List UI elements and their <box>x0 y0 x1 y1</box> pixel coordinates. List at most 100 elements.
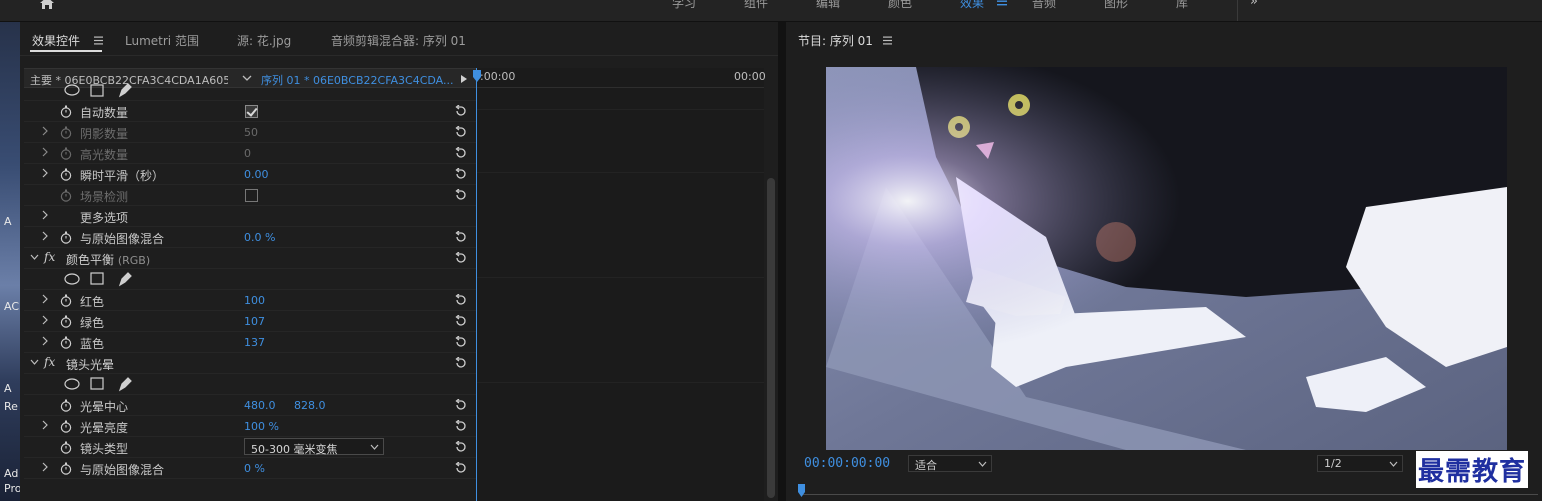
monitor-playhead-icon[interactable] <box>798 484 805 497</box>
playback-resolution-select[interactable]: 1/2 <box>1317 455 1403 472</box>
flare-brightness-value[interactable]: 100 % <box>244 420 279 433</box>
reset-icon[interactable] <box>454 420 467 432</box>
pen-mask-icon <box>118 377 132 392</box>
reset-icon[interactable] <box>454 105 467 117</box>
mask-tools[interactable] <box>64 376 136 392</box>
reset-icon[interactable] <box>454 357 467 369</box>
chevron-right-icon[interactable] <box>41 462 49 472</box>
chevron-down-icon <box>978 461 987 467</box>
panel-menu-icon[interactable] <box>94 36 103 45</box>
stopwatch-icon[interactable] <box>60 168 72 181</box>
stopwatch-icon[interactable] <box>60 231 72 244</box>
red-value[interactable]: 100 <box>244 294 265 307</box>
reset-icon[interactable] <box>454 147 467 159</box>
monitor-time-ruler[interactable] <box>800 494 1538 495</box>
effect-row-color-balance[interactable]: fx 颜色平衡 (RGB) <box>24 248 476 269</box>
flare-center-y-value[interactable]: 828.0 <box>294 399 326 412</box>
reset-icon[interactable] <box>454 441 467 453</box>
effect-row-lens-flare[interactable]: fx 镜头光晕 <box>24 353 476 374</box>
stopwatch-icon[interactable] <box>60 147 72 160</box>
chevron-down-icon[interactable] <box>30 358 39 366</box>
workspace-tab-effects[interactable]: 效果 <box>960 0 984 11</box>
panel-menu-icon[interactable] <box>883 36 892 45</box>
tab-audio-clip-mixer[interactable]: 音频剪辑混合器: 序列 01 <box>331 32 466 49</box>
chevron-right-icon[interactable] <box>41 126 49 136</box>
stopwatch-icon[interactable] <box>60 420 72 433</box>
scene-detect-checkbox[interactable] <box>245 189 258 202</box>
reset-icon[interactable] <box>454 315 467 327</box>
ellipse-mask-icon <box>64 378 80 390</box>
fx-badge[interactable]: fx <box>44 250 55 264</box>
fx-badge[interactable]: fx <box>44 355 55 369</box>
reset-icon[interactable] <box>454 399 467 411</box>
mask-tools[interactable] <box>64 271 136 287</box>
workspace-overflow-button[interactable]: » <box>1250 0 1258 9</box>
blend-original-value[interactable]: 0.0 % <box>244 231 275 244</box>
workspace-tab-graphics[interactable]: 图形 <box>1104 0 1128 11</box>
property-label: 光晕中心 <box>80 400 129 414</box>
reset-icon[interactable] <box>454 336 467 348</box>
stopwatch-icon[interactable] <box>60 441 72 454</box>
tab-effect-controls[interactable]: 效果控件 <box>32 32 80 49</box>
stopwatch-icon[interactable] <box>60 399 72 412</box>
chevron-down-icon[interactable] <box>30 253 39 261</box>
time-ruler[interactable]: :00:00 00:00 <box>476 68 766 88</box>
stopwatch-icon[interactable] <box>60 105 72 118</box>
chevron-right-icon[interactable] <box>41 147 49 157</box>
chevron-right-icon[interactable] <box>41 168 49 178</box>
chevron-right-icon[interactable] <box>41 231 49 241</box>
vertical-scrollbar[interactable] <box>764 88 778 501</box>
highlight-amount-value[interactable]: 0 <box>244 147 251 160</box>
reset-icon[interactable] <box>454 126 467 138</box>
playhead-handle-icon[interactable] <box>473 70 481 82</box>
property-label: 与原始图像混合 <box>80 463 165 477</box>
zoom-fit-select[interactable]: 适合 <box>908 455 992 472</box>
effect-controls-timeline[interactable]: :00:00 00:00 <box>473 68 766 501</box>
playhead[interactable] <box>473 68 481 501</box>
panel-divider[interactable] <box>778 22 786 501</box>
stopwatch-icon[interactable] <box>60 189 72 202</box>
home-icon[interactable] <box>38 0 56 10</box>
reset-icon[interactable] <box>454 231 467 243</box>
blend-original-value[interactable]: 0 % <box>244 462 265 475</box>
workspace-tab-editing[interactable]: 编辑 <box>816 0 840 11</box>
temporal-smoothing-value[interactable]: 0.00 <box>244 168 269 181</box>
auto-amount-checkbox[interactable] <box>245 105 258 118</box>
reset-icon[interactable] <box>454 252 467 264</box>
workspace-menu-icon[interactable] <box>997 0 1007 6</box>
lens-type-select[interactable]: 50-300 毫米变焦 <box>244 438 384 456</box>
workspace-tab-libraries[interactable]: 库 <box>1176 0 1188 11</box>
property-label[interactable]: 更多选项 <box>80 209 128 226</box>
tab-source[interactable]: 源: 花.jpg <box>237 32 291 49</box>
reset-icon[interactable] <box>454 462 467 474</box>
program-monitor-title[interactable]: 节目: 序列 01 <box>798 32 873 49</box>
reset-icon[interactable] <box>454 189 467 201</box>
playhead-timecode[interactable]: 00:00:00:00 <box>804 456 890 471</box>
green-value[interactable]: 107 <box>244 315 265 328</box>
chevron-down-icon[interactable] <box>242 74 252 82</box>
workspace-tab-audio[interactable]: 音频 <box>1032 0 1056 11</box>
stopwatch-icon[interactable] <box>60 126 72 139</box>
tab-lumetri-scopes[interactable]: Lumetri 范围 <box>125 32 199 49</box>
chevron-right-icon[interactable] <box>41 315 49 325</box>
workspace-tab-color[interactable]: 颜色 <box>888 0 912 11</box>
video-preview[interactable] <box>826 67 1507 450</box>
stopwatch-icon[interactable] <box>60 462 72 475</box>
chevron-right-icon[interactable] <box>41 294 49 304</box>
stopwatch-icon[interactable] <box>60 294 72 307</box>
workspace-tab-learn[interactable]: 学习 <box>672 0 696 11</box>
play-arrow-icon[interactable] <box>460 74 468 84</box>
chevron-right-icon[interactable] <box>41 336 49 346</box>
mask-tools[interactable] <box>64 83 136 99</box>
stopwatch-icon[interactable] <box>60 315 72 328</box>
workspace-tab-assembly[interactable]: 组件 <box>744 0 768 11</box>
scrollbar-thumb[interactable] <box>767 178 775 498</box>
chevron-right-icon[interactable] <box>41 210 49 220</box>
blue-value[interactable]: 137 <box>244 336 265 349</box>
reset-icon[interactable] <box>454 294 467 306</box>
reset-icon[interactable] <box>454 168 467 180</box>
flare-center-x-value[interactable]: 480.0 <box>244 399 276 412</box>
shadow-amount-value[interactable]: 50 <box>244 126 258 139</box>
chevron-right-icon[interactable] <box>41 420 49 430</box>
stopwatch-icon[interactable] <box>60 336 72 349</box>
